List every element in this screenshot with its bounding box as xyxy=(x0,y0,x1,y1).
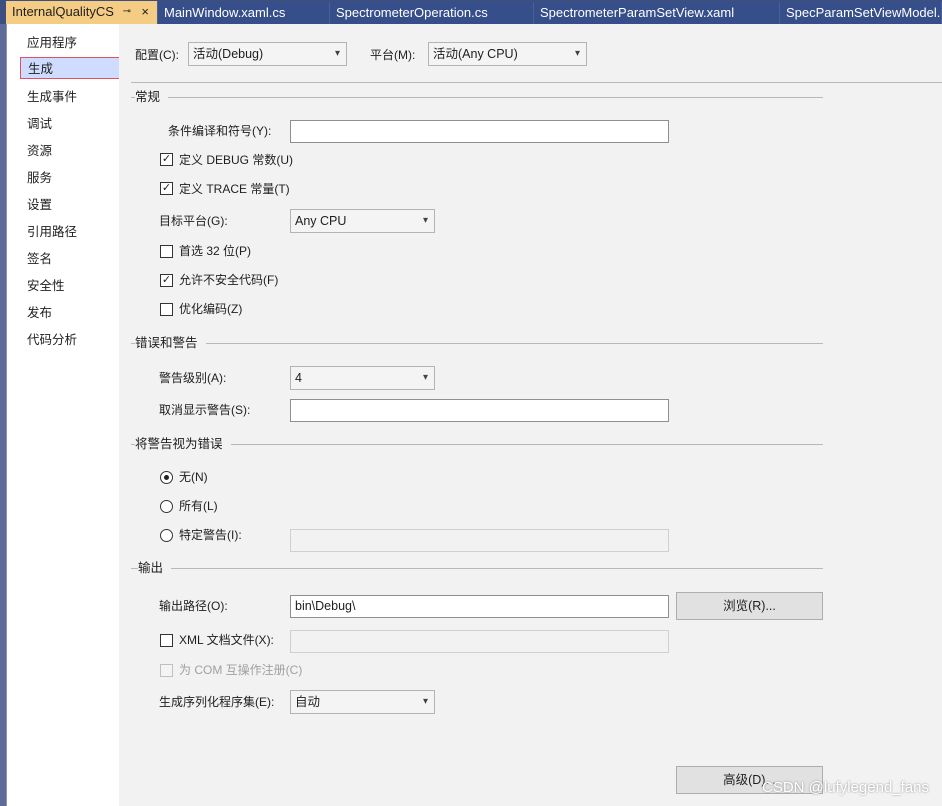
chevron-down-icon: ▾ xyxy=(422,696,428,707)
sidebar-item-build[interactable]: 生成 xyxy=(20,57,133,79)
close-icon[interactable]: × xyxy=(141,1,149,22)
xml-doc-input xyxy=(290,630,669,653)
platform-label: 平台(M): xyxy=(370,48,416,62)
output-section-title: 输出 xyxy=(138,560,172,576)
divider xyxy=(131,568,823,569)
platform-dropdown[interactable]: 活动(Any CPU) ▾ xyxy=(428,42,587,66)
config-value: 活动(Debug) xyxy=(193,47,264,61)
define-debug-label: 定义 DEBUG 常数(U) xyxy=(179,153,294,167)
tab-specparamsetviewmodel-cs[interactable]: SpecParamSetViewModel.cs xyxy=(780,2,942,24)
sidebar-item-services[interactable]: 服务 xyxy=(27,167,52,189)
symbols-input[interactable] xyxy=(290,120,669,143)
tab-label: MainWindow.xaml.cs xyxy=(164,5,286,20)
config-label: 配置(C): xyxy=(135,48,179,62)
symbols-label: 条件编译和符号(Y): xyxy=(168,124,272,138)
prefer32-checkbox[interactable] xyxy=(160,245,173,258)
treat-none-label: 无(N) xyxy=(179,470,208,484)
tab-spectrometeroperation-cs[interactable]: SpectrometerOperation.cs xyxy=(330,2,534,24)
radio-dot-icon xyxy=(164,475,169,480)
sidebar-item-settings[interactable]: 设置 xyxy=(27,194,52,216)
unsafe-code-label: 允许不安全代码(F) xyxy=(179,273,279,287)
sidebar-item-reference-paths[interactable]: 引用路径 xyxy=(27,221,77,243)
serialization-dropdown[interactable]: 自动 ▾ xyxy=(290,690,435,714)
warning-level-label: 警告级别(A): xyxy=(159,371,227,385)
watermark: CSDN @lufylegend_fans xyxy=(762,779,929,796)
platform-value: 活动(Any CPU) xyxy=(433,47,518,61)
sidebar-item-security[interactable]: 安全性 xyxy=(27,275,65,297)
output-path-label: 输出路径(O): xyxy=(159,599,228,613)
xml-doc-checkbox[interactable] xyxy=(160,634,173,647)
tab-label: SpectrometerParamSetView.xaml xyxy=(540,5,735,20)
define-trace-label: 定义 TRACE 常量(T) xyxy=(179,182,290,196)
tab-spectrometerparamsetview-xaml[interactable]: SpectrometerParamSetView.xaml xyxy=(534,2,780,24)
treat-warnings-section-title: 将警告视为错误 xyxy=(135,436,231,452)
target-platform-label: 目标平台(G): xyxy=(159,214,228,228)
general-section-title: 常规 xyxy=(135,89,169,105)
serialization-value: 自动 xyxy=(295,695,321,709)
config-dropdown[interactable]: 活动(Debug) ▾ xyxy=(188,42,347,66)
warning-level-dropdown[interactable]: 4 ▾ xyxy=(290,366,435,390)
tab-internalqualitycs[interactable]: InternalQualityCS ⊸ × xyxy=(6,1,158,24)
tab-mainwindow-xaml-cs[interactable]: MainWindow.xaml.cs xyxy=(158,2,330,24)
tab-label: SpecParamSetViewModel.cs xyxy=(786,5,942,20)
optimize-label: 优化编码(Z) xyxy=(179,302,243,316)
suppress-warnings-label: 取消显示警告(S): xyxy=(159,403,251,417)
sidebar-item-debug[interactable]: 调试 xyxy=(27,113,52,135)
errors-section-title: 错误和警告 xyxy=(135,335,206,351)
divider xyxy=(131,343,823,344)
target-platform-dropdown[interactable]: Any CPU ▾ xyxy=(290,209,435,233)
sidebar-item-publish[interactable]: 发布 xyxy=(27,302,52,324)
pin-icon[interactable]: ⊸ xyxy=(123,1,131,22)
chevron-down-icon: ▾ xyxy=(574,48,580,59)
treat-all-radio[interactable] xyxy=(160,500,173,513)
treat-specific-label: 特定警告(I): xyxy=(179,528,242,542)
treat-specific-radio[interactable] xyxy=(160,529,173,542)
treat-all-label: 所有(L) xyxy=(179,499,218,513)
specific-warnings-input xyxy=(290,529,669,552)
com-register-checkbox xyxy=(160,664,173,677)
serialization-label: 生成序列化程序集(E): xyxy=(159,695,275,709)
chevron-down-icon: ▾ xyxy=(334,48,340,59)
sidebar-item-code-analysis[interactable]: 代码分析 xyxy=(27,329,77,351)
prefer32-label: 首选 32 位(P) xyxy=(179,244,252,258)
build-settings-panel: 配置(C): 活动(Debug) ▾ 平台(M): 活动(Any CPU) ▾ … xyxy=(119,24,942,806)
sidebar-item-application[interactable]: 应用程序 xyxy=(27,32,77,54)
treat-none-radio[interactable] xyxy=(160,471,173,484)
com-register-label: 为 COM 互操作注册(C) xyxy=(179,663,303,677)
browse-button[interactable]: 浏览(R)... xyxy=(676,592,823,620)
sidebar-item-resources[interactable]: 资源 xyxy=(27,140,52,162)
output-path-input[interactable]: bin\Debug\ xyxy=(290,595,669,618)
chevron-down-icon: ▾ xyxy=(422,215,428,226)
sidebar-item-label: 生成 xyxy=(28,62,54,76)
warning-level-value: 4 xyxy=(295,371,302,385)
divider xyxy=(131,444,823,445)
define-trace-checkbox[interactable]: ✓ xyxy=(160,182,173,195)
document-tab-bar: InternalQualityCS ⊸ × MainWindow.xaml.cs… xyxy=(0,0,942,24)
tab-label: SpectrometerOperation.cs xyxy=(336,5,488,20)
sidebar-item-build-events[interactable]: 生成事件 xyxy=(27,86,77,108)
chevron-down-icon: ▾ xyxy=(422,372,428,383)
sidebar-item-signing[interactable]: 签名 xyxy=(27,248,52,270)
suppress-warnings-input[interactable] xyxy=(290,399,669,422)
tab-label: InternalQualityCS xyxy=(12,4,114,19)
unsafe-code-checkbox[interactable]: ✓ xyxy=(160,274,173,287)
define-debug-checkbox[interactable]: ✓ xyxy=(160,153,173,166)
divider xyxy=(131,97,823,98)
properties-sidebar: 应用程序 生成 生成事件 调试 资源 服务 设置 引用路径 签名 安全性 发布 … xyxy=(7,24,133,806)
optimize-checkbox[interactable] xyxy=(160,303,173,316)
project-properties-frame: 应用程序 生成 生成事件 调试 资源 服务 设置 引用路径 签名 安全性 发布 … xyxy=(6,24,942,806)
xml-doc-label: XML 文档文件(X): xyxy=(179,633,274,647)
target-platform-value: Any CPU xyxy=(295,214,347,228)
divider xyxy=(131,82,942,83)
